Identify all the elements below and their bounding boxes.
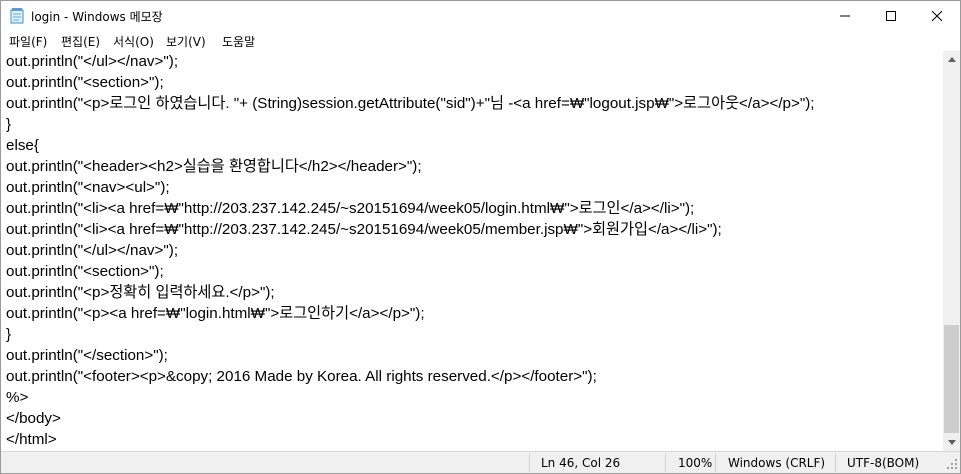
menu-help[interactable]: 도움말 (222, 33, 255, 50)
editor-line: out.println("<li><a href=₩"http://203.23… (6, 221, 722, 238)
close-button[interactable] (914, 1, 960, 31)
editor-line: } (6, 116, 12, 133)
status-divider (835, 454, 836, 472)
editor-line: out.println("<p><a href=₩"login.html₩">로… (6, 305, 425, 322)
menu-bar: 파일(F) 편집(E) 서식(O) 보기(V) 도움말 (1, 31, 960, 51)
editor-line: out.println("<p>정확히 입력하세요.</p>"); (6, 284, 275, 301)
line-ending: Windows (CRLF) (728, 456, 826, 470)
editor-line: </body> (6, 410, 61, 427)
editor-line: </html> (6, 431, 57, 448)
editor-line: out.println("<nav><ul>"); (6, 179, 170, 196)
status-bar: Ln 46, Col 26 100% Windows (CRLF) UTF-8(… (1, 451, 960, 473)
notepad-app-icon (10, 8, 24, 24)
editor-line: out.println("<p>로그인 하였습니다. "+ (String)se… (6, 95, 815, 112)
editor-line: out.println("</ul></nav>"); (6, 53, 179, 70)
menu-edit[interactable]: 편집(E) (61, 33, 100, 50)
menu-view[interactable]: 보기(V) (166, 33, 206, 50)
scroll-up-arrow-icon (947, 57, 956, 62)
editor-line: out.println("<header><h2>실습을 환영합니다</h2><… (6, 158, 422, 175)
scroll-down-arrow-icon (947, 440, 956, 445)
menu-file[interactable]: 파일(F) (9, 33, 47, 50)
resize-grip-icon[interactable] (945, 457, 959, 471)
maximize-icon (886, 11, 896, 21)
status-divider (665, 454, 666, 472)
editor-line: else{ (6, 137, 39, 154)
editor-line: out.println("<section>"); (6, 263, 164, 280)
vertical-scrollbar[interactable] (943, 51, 960, 451)
editor-line: out.println("</ul></nav>"); (6, 242, 179, 259)
minimize-icon (840, 15, 850, 17)
cursor-position: Ln 46, Col 26 (541, 456, 621, 470)
editor-line: out.println("<footer><p>&copy; 2016 Made… (6, 368, 597, 385)
editor-line: %> (6, 389, 29, 406)
editor-line: } (6, 326, 12, 343)
close-icon (932, 11, 942, 21)
text-editor[interactable]: out.println("</ul></nav>"); out.println(… (1, 51, 943, 451)
minimize-button[interactable] (822, 1, 868, 31)
editor-line: out.println("</section>"); (6, 347, 168, 364)
scrollbar-thumb[interactable] (944, 325, 959, 433)
encoding: UTF-8(BOM) (847, 456, 920, 470)
editor-line: out.println("<li><a href=₩"http://203.23… (6, 200, 695, 217)
status-divider (715, 454, 716, 472)
window-title: login - Windows 메모장 (31, 10, 163, 24)
status-divider (529, 454, 530, 472)
maximize-button[interactable] (868, 1, 914, 31)
scroll-up-button[interactable] (943, 51, 960, 68)
scroll-down-button[interactable] (943, 434, 960, 451)
editor-line: out.println("<section>"); (6, 74, 164, 91)
notepad-window: login - Windows 메모장 파일(F) 편집(E) 서식(O) 보기… (0, 0, 961, 474)
menu-format[interactable]: 서식(O) (113, 33, 154, 50)
title-bar[interactable]: login - Windows 메모장 (1, 1, 960, 31)
zoom-level: 100% (678, 456, 713, 470)
